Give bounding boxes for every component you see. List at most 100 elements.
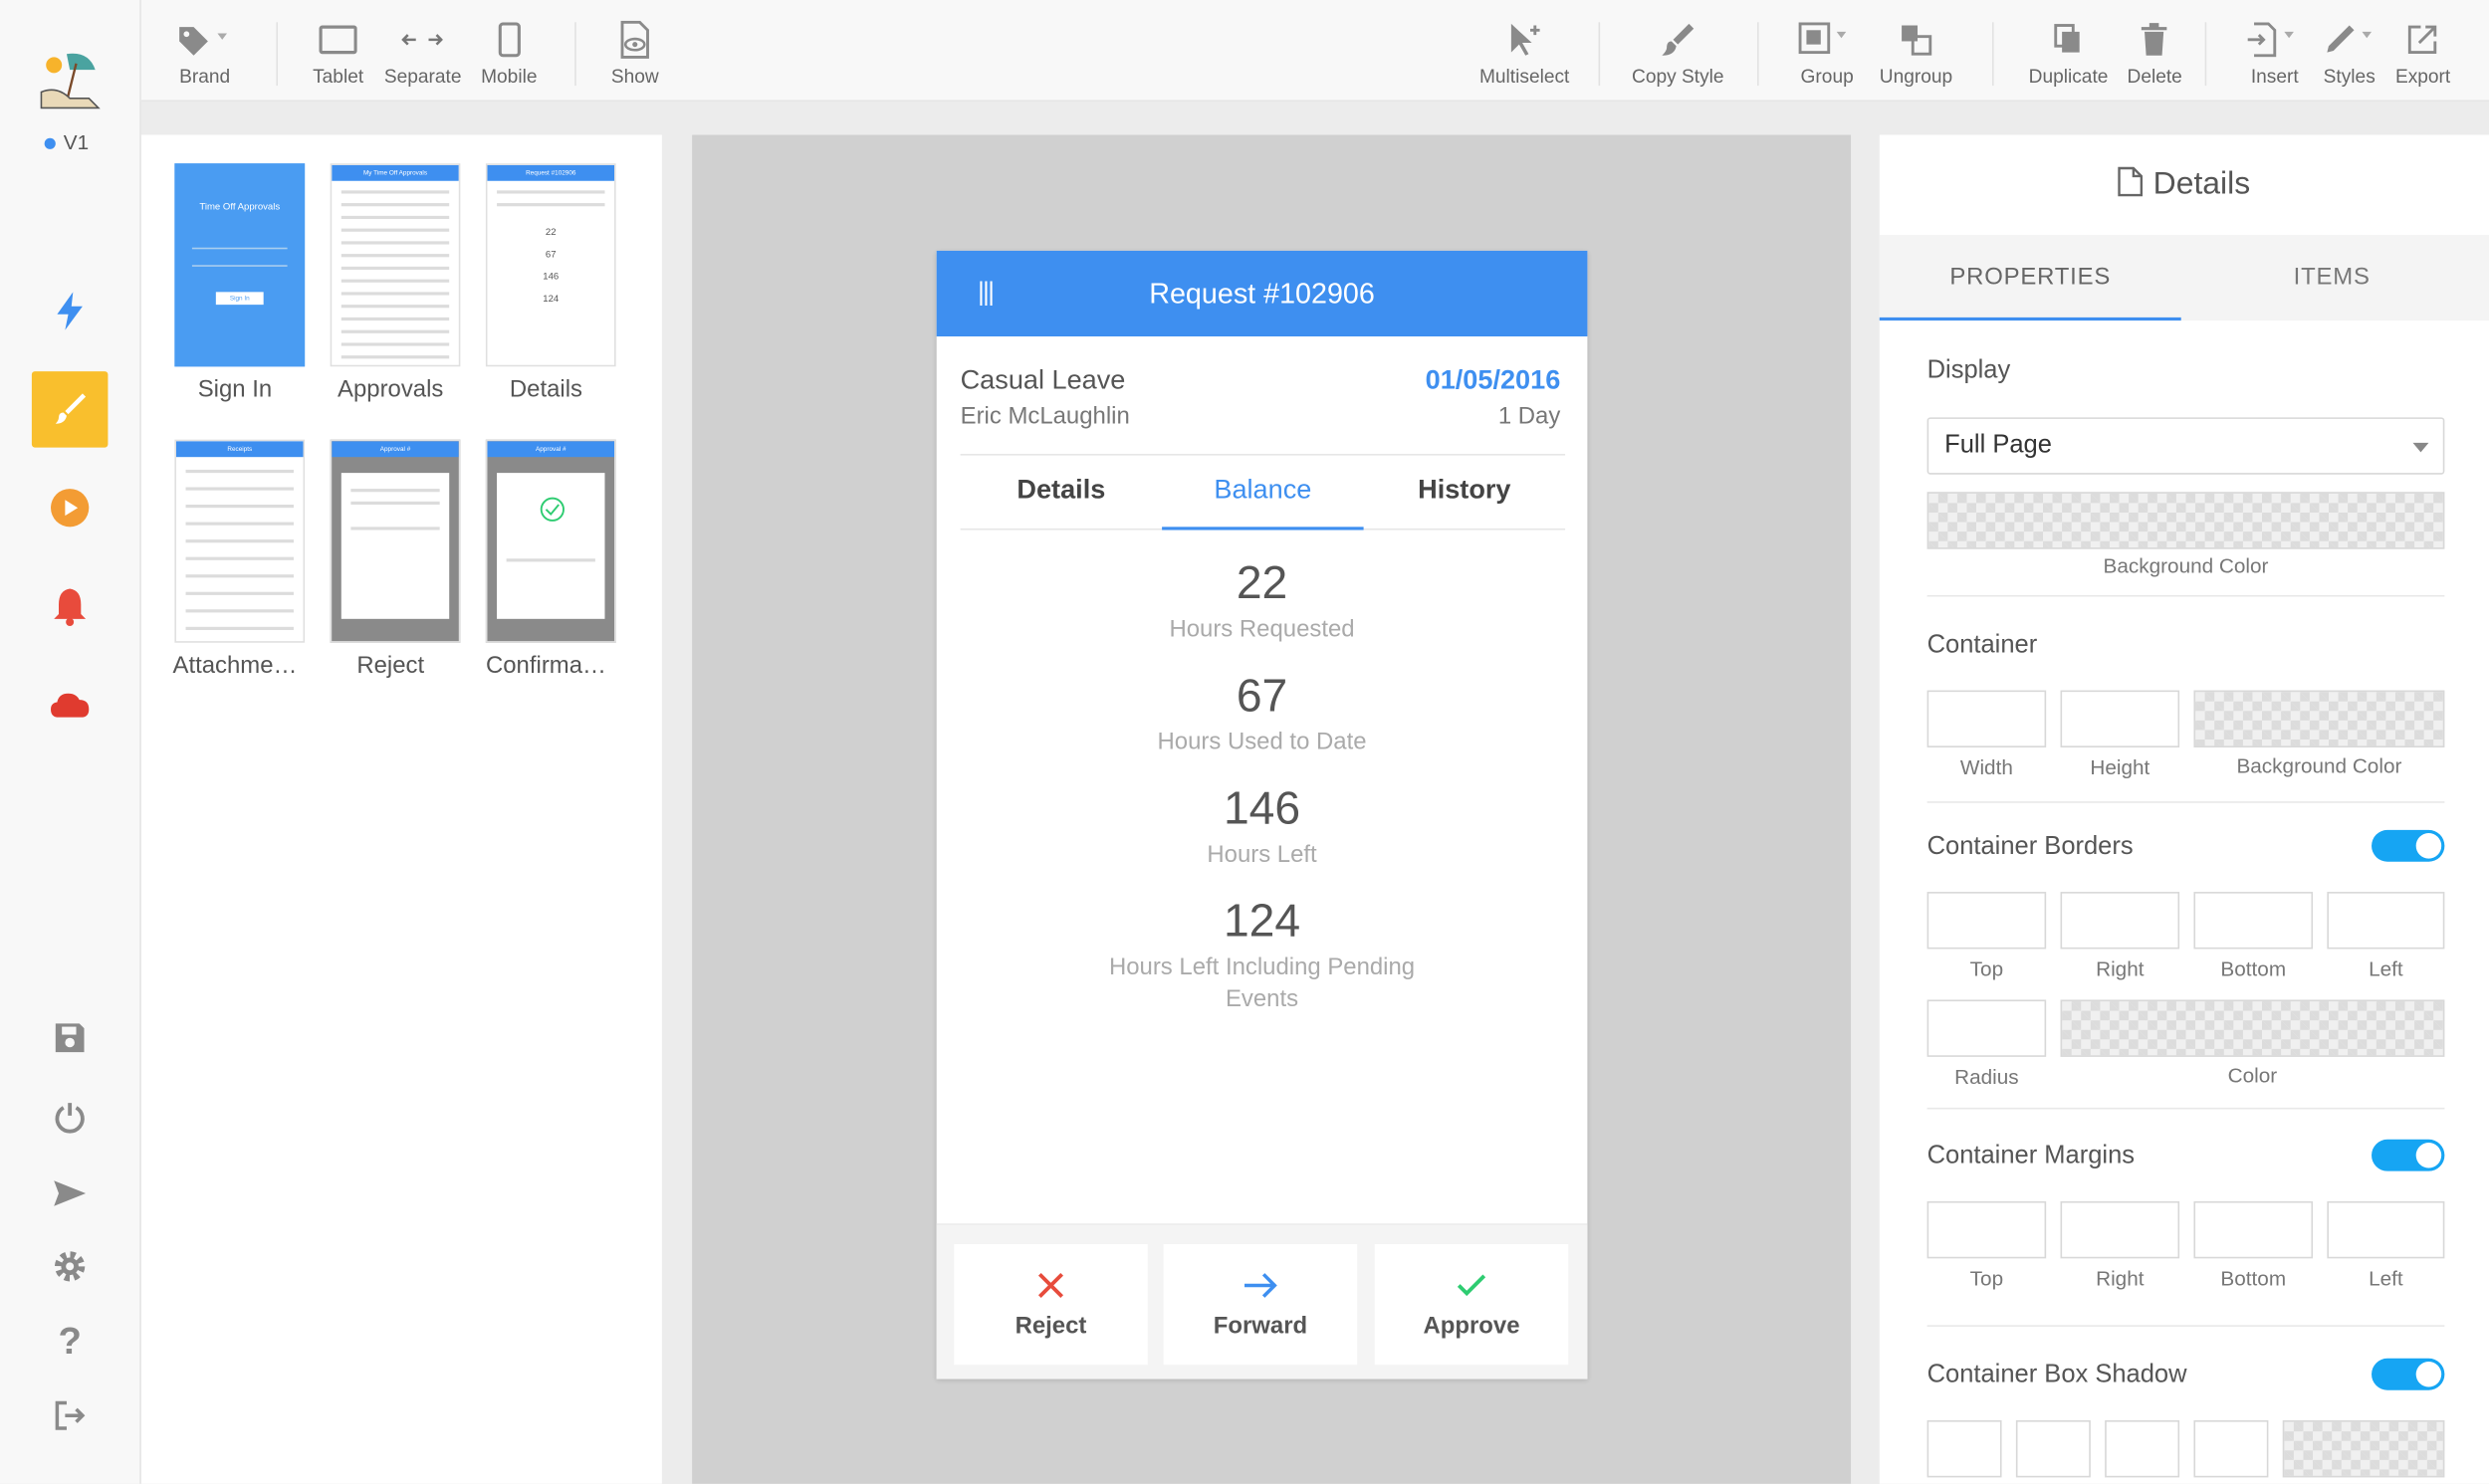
screen-thumb-approvals[interactable]: My Time Off Approvals <box>330 163 461 367</box>
tag-icon <box>176 19 233 60</box>
container-box-shadow-toggle[interactable] <box>2372 1358 2445 1390</box>
stat-value: 22 <box>1236 558 1288 610</box>
shadow-x-input[interactable] <box>1926 1419 2002 1478</box>
check-icon <box>1456 1270 1487 1305</box>
border-left-input[interactable] <box>2327 892 2445 950</box>
menu-icon[interactable]: ||| <box>978 280 995 309</box>
delete-button[interactable]: Delete <box>2127 19 2182 88</box>
duplicate-button[interactable]: Duplicate <box>2029 19 2108 88</box>
logout-icon[interactable] <box>32 1378 109 1454</box>
screen-thumb-reject[interactable]: Approval # <box>330 439 461 643</box>
container-section-label: Container <box>1926 631 2038 659</box>
margin-left-input[interactable] <box>2327 1200 2445 1259</box>
details-header: Details <box>1880 166 2489 203</box>
shadow-blur-input[interactable] <box>2105 1419 2180 1478</box>
border-color-swatch[interactable] <box>2060 999 2445 1057</box>
bottom-label: Bottom <box>2220 956 2287 981</box>
help-icon[interactable]: ? <box>32 1305 109 1381</box>
screen-thumb-attachments[interactable]: Receipts <box>174 439 306 643</box>
display-select[interactable]: Full Page <box>1926 417 2445 475</box>
border-radius-input[interactable] <box>1926 999 2047 1057</box>
separate-icon <box>401 19 444 60</box>
margin-right-input[interactable] <box>2060 1200 2180 1259</box>
version-indicator[interactable]: V1 <box>44 129 90 154</box>
stat-hours-left: 146 Hours Left <box>937 784 1588 872</box>
stat-hours-requested: 22 Hours Requested <box>937 558 1588 646</box>
stat-value: 124 <box>1223 896 1301 948</box>
styles-button[interactable]: Styles <box>2321 19 2377 88</box>
phone-preview[interactable]: ||| Request #102906 Casual Leave Eric Mc… <box>936 250 1588 1379</box>
container-background-color-swatch[interactable] <box>2193 690 2445 747</box>
thumb-title: Approval # <box>379 444 411 453</box>
container-box-shadow-label: Container Box Shadow <box>1926 1361 2187 1389</box>
shadow-y-input[interactable] <box>2015 1419 2091 1478</box>
shadow-color-swatch[interactable] <box>2282 1419 2445 1478</box>
mobile-button[interactable]: Mobile <box>481 19 537 88</box>
cursor-plus-icon <box>1505 19 1543 60</box>
group-button[interactable]: Group <box>1798 19 1855 88</box>
cloud-icon[interactable] <box>32 667 109 743</box>
container-width-input[interactable] <box>1926 690 2047 747</box>
screen-thumb-confirmation[interactable]: Approval # <box>485 439 616 643</box>
approve-label: Approve <box>1423 1311 1520 1339</box>
tab-balance[interactable]: Balance <box>1162 456 1364 530</box>
show-button[interactable]: Show <box>611 19 659 88</box>
reject-button[interactable]: Reject <box>954 1244 1148 1366</box>
border-bottom-input[interactable] <box>2193 892 2314 950</box>
send-icon[interactable] <box>32 1156 109 1232</box>
ungroup-button[interactable]: Ungroup <box>1880 19 1952 88</box>
version-label: V1 <box>63 129 90 154</box>
container-borders-label: Container Borders <box>1926 833 2134 861</box>
save-icon[interactable] <box>32 999 109 1076</box>
margin-top-input[interactable] <box>1926 1200 2047 1259</box>
left-rail: V1 ? <box>0 0 141 1484</box>
multiselect-button[interactable]: Multiselect <box>1479 19 1569 88</box>
container-borders-toggle[interactable] <box>2372 829 2445 862</box>
tablet-button[interactable]: Tablet <box>313 19 363 88</box>
container-margins-toggle[interactable] <box>2372 1139 2445 1171</box>
bell-icon[interactable] <box>32 568 109 645</box>
container-height-input[interactable] <box>2060 690 2180 747</box>
tab-details[interactable]: Details <box>961 456 1162 529</box>
shadow-spread-input[interactable] <box>2193 1419 2269 1478</box>
thumb-button: Sign In <box>215 292 264 306</box>
separate-button[interactable]: Separate <box>384 19 461 88</box>
container-margins-label: Container Margins <box>1926 1142 2136 1170</box>
copy-style-button[interactable]: Copy Style <box>1632 19 1724 88</box>
leave-type: Casual Leave <box>960 364 1126 396</box>
details-title: Details <box>2152 166 2251 202</box>
tab-history[interactable]: History <box>1364 456 1565 529</box>
tab-items[interactable]: ITEMS <box>2181 235 2483 320</box>
border-right-input[interactable] <box>2060 892 2180 950</box>
phone-header: ||| Request #102906 <box>936 250 1588 337</box>
page-background-color-swatch[interactable] <box>1926 492 2445 549</box>
screen-label: Attachme… <box>172 652 298 680</box>
container-background-color-label: Background Color <box>2236 753 2402 778</box>
tablet-icon <box>319 19 357 60</box>
stat-hours-used: 67 Hours Used to Date <box>937 671 1588 758</box>
screen-thumb-details[interactable]: Request #102906 22 67 146 124 <box>485 163 616 367</box>
export-label: Export <box>2394 65 2451 88</box>
paintbrush-icon <box>1659 19 1697 60</box>
stat-label: Hours Used to Date <box>1157 728 1367 755</box>
tablet-label: Tablet <box>313 65 364 88</box>
chevron-down-icon <box>2412 442 2429 453</box>
play-icon[interactable] <box>32 470 109 546</box>
ungroup-icon <box>1899 19 1933 60</box>
approve-button[interactable]: Approve <box>1374 1244 1569 1366</box>
forward-button[interactable]: Forward <box>1163 1244 1358 1366</box>
lightning-icon[interactable] <box>32 273 109 349</box>
mobile-label: Mobile <box>481 65 538 88</box>
brush-icon[interactable] <box>31 371 109 448</box>
screens-panel: Time Off Approvals Sign In Sign In My Ti… <box>140 134 662 1484</box>
tab-properties[interactable]: PROPERTIES <box>1879 235 2181 321</box>
insert-button[interactable]: Insert <box>2246 19 2303 88</box>
gear-icon[interactable] <box>32 1228 109 1305</box>
margin-bottom-input[interactable] <box>2193 1200 2314 1259</box>
forward-label: Forward <box>1213 1311 1308 1339</box>
export-button[interactable]: Export <box>2395 19 2450 88</box>
brand-button[interactable]: Brand <box>176 19 233 88</box>
border-top-input[interactable] <box>1926 892 2047 950</box>
power-icon[interactable] <box>32 1079 109 1156</box>
screen-thumb-sign-in[interactable]: Time Off Approvals Sign In <box>174 163 306 367</box>
